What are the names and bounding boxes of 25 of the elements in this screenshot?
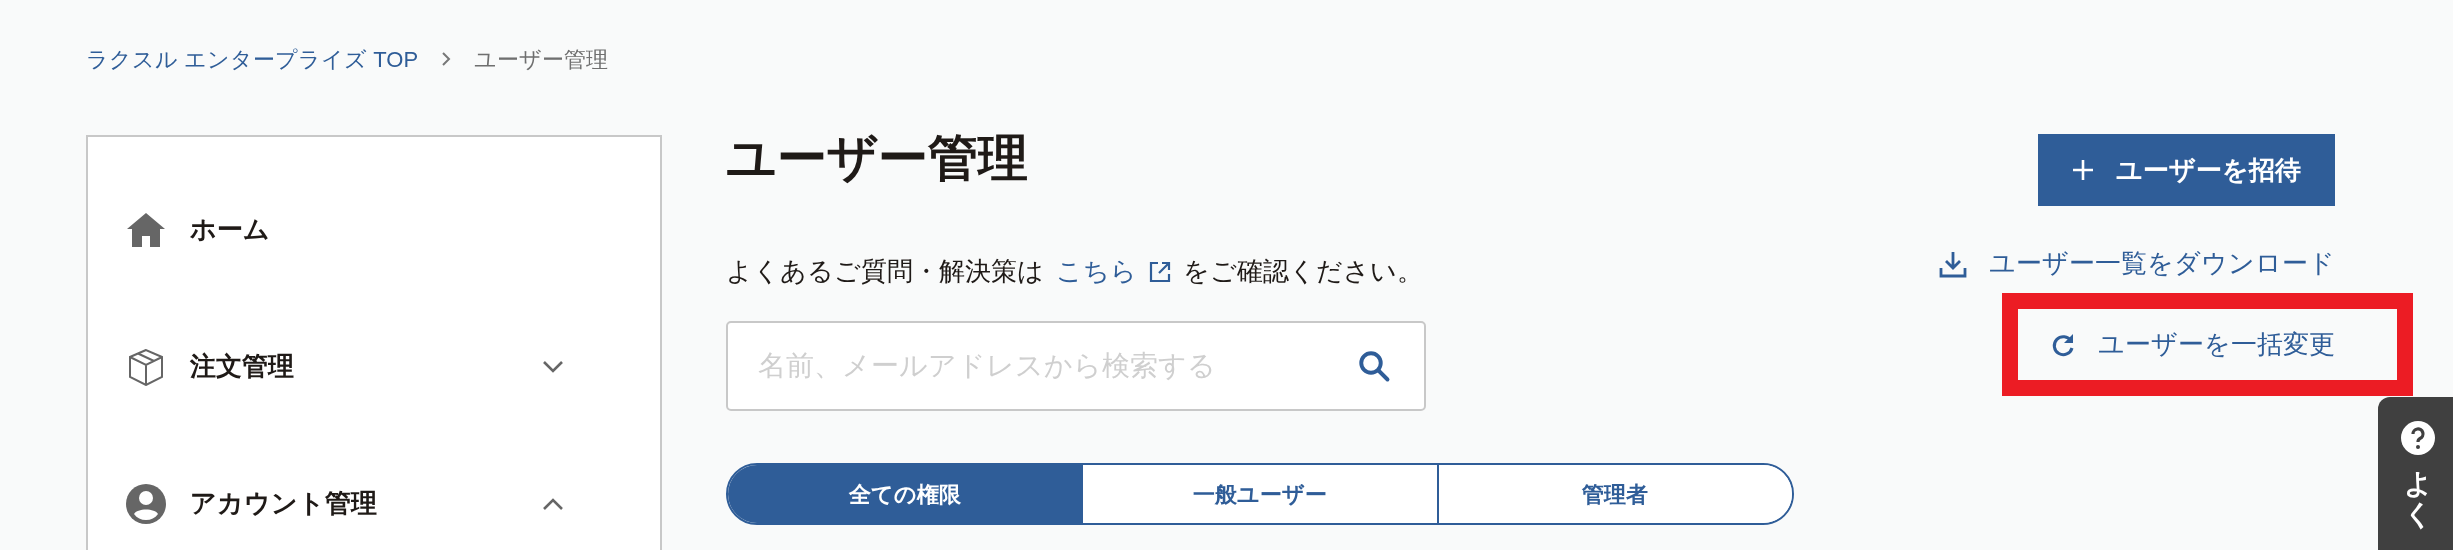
filter-tab[interactable]: 一般ユーザー	[1081, 465, 1437, 523]
faq-text: をご確認ください。	[1183, 255, 1423, 288]
page-title: ユーザー管理	[726, 129, 1029, 188]
faq-link[interactable]: こちら	[1056, 252, 1171, 291]
bulk-change-link[interactable]: ユーザーを一括変更	[2034, 325, 2381, 364]
breadcrumb-link[interactable]: ラクスル エンタープライズ TOP	[86, 42, 419, 76]
help-icon	[2401, 421, 2435, 455]
plus-icon	[2072, 159, 2094, 181]
help-tab-label: よく	[2404, 469, 2432, 531]
sidebar-item[interactable]: アカウント管理	[88, 435, 660, 550]
filter-tab[interactable]: 全ての権限	[728, 465, 1082, 523]
breadcrumb-current: ユーザー管理	[474, 45, 609, 74]
download-link[interactable]: ユーザー一覧をダウンロード	[1939, 244, 2335, 283]
help-tab[interactable]: よく	[2378, 397, 2453, 550]
invite-button[interactable]: ユーザーを招待	[2038, 134, 2335, 206]
box-icon	[127, 347, 165, 386]
download-icon	[1939, 249, 1967, 278]
external-link-icon	[1149, 260, 1171, 283]
home-icon	[126, 211, 166, 248]
faq-text: よくあるご質問・解決策は	[726, 255, 1044, 288]
sidebar-item[interactable]: ホーム	[88, 161, 660, 298]
sidebar-item[interactable]: 注文管理	[88, 298, 660, 435]
user-icon	[126, 483, 166, 524]
search-icon[interactable]	[1356, 348, 1392, 384]
filter-tab[interactable]: 管理者	[1436, 465, 1792, 523]
